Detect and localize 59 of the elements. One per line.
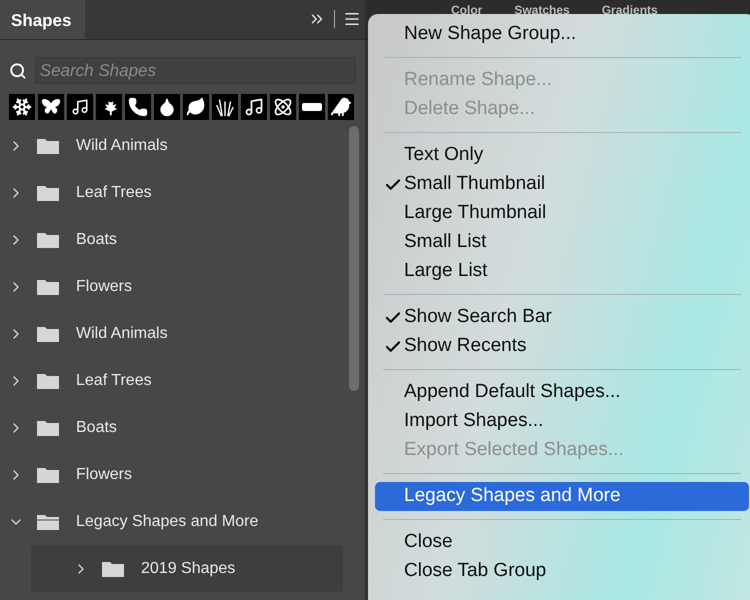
menu-item[interactable]: Small Thumbnail — [375, 170, 749, 199]
menu-item[interactable]: Show Recents — [375, 332, 749, 361]
scrollbar-thumb[interactable] — [349, 126, 359, 391]
tree-item[interactable]: Flowers — [0, 451, 343, 498]
tree-item[interactable]: Flowers — [0, 263, 343, 310]
menu-item[interactable]: Close — [375, 528, 749, 557]
menu-item[interactable]: Text Only — [375, 141, 749, 170]
bird-icon[interactable] — [328, 94, 354, 120]
menu-item[interactable]: Legacy Shapes and More — [375, 482, 749, 511]
tree-item-label: Boats — [76, 230, 117, 250]
tree-item-label: Wild Animals — [76, 324, 168, 344]
tree-item[interactable]: Boats — [0, 404, 343, 451]
tree-item-label: Wild Animals — [76, 136, 168, 156]
tree-item-label: Legacy Shapes and More — [76, 512, 258, 532]
music-note-icon[interactable] — [241, 94, 267, 120]
leaf-icon[interactable] — [183, 94, 209, 120]
folder-icon — [36, 136, 60, 154]
search-icon — [9, 62, 27, 80]
search-field[interactable]: Search Shapes — [34, 57, 356, 84]
folder-icon — [36, 466, 60, 484]
tree-item[interactable]: Leaf Trees — [0, 169, 343, 216]
folder-icon — [101, 560, 125, 578]
tree-item[interactable]: Legacy Shapes and More — [0, 498, 343, 545]
open-folder-icon — [36, 512, 60, 530]
menu-item[interactable]: Large List — [375, 257, 749, 286]
grass-icon[interactable] — [212, 94, 238, 120]
telephone-icon[interactable] — [125, 94, 151, 120]
tree-item-label: Leaf Trees — [76, 182, 152, 202]
tree-item-label: 2019 Shapes — [141, 558, 236, 578]
menu-item[interactable]: Large Thumbnail — [375, 199, 749, 228]
menu-item[interactable]: New Shape Group... — [375, 20, 749, 49]
maple-leaf-icon[interactable] — [96, 94, 122, 120]
atom-icon[interactable] — [270, 94, 296, 120]
folder-icon — [36, 418, 60, 436]
menu-item[interactable]: Append Default Shapes... — [375, 378, 749, 407]
folder-icon — [36, 278, 60, 296]
tree-item-label: Boats — [76, 418, 117, 438]
tree-item[interactable]: Wild Animals — [0, 122, 343, 169]
menu-item[interactable]: Small List — [375, 228, 749, 257]
tree-item[interactable]: Leaf Trees — [0, 357, 343, 404]
menu-icon[interactable] — [343, 10, 361, 28]
menu-item[interactable]: Close Tab Group — [375, 557, 749, 586]
tree-item-label: Flowers — [76, 464, 132, 484]
tree-item[interactable]: Boats — [0, 216, 343, 263]
tree-item[interactable]: 2019 Shapes — [31, 545, 343, 592]
menu-item[interactable]: Show Search Bar — [375, 303, 749, 332]
snowflake-icon[interactable] — [9, 94, 35, 120]
menu-item[interactable]: Import Shapes... — [375, 407, 749, 436]
folder-icon — [36, 184, 60, 202]
banner-icon[interactable] — [299, 94, 325, 120]
panel-tab[interactable]: Shapes — [0, 0, 85, 39]
tree-item-label: Leaf Trees — [76, 370, 152, 390]
drop-icon[interactable] — [154, 94, 180, 120]
tree-item-label: Flowers — [76, 276, 132, 296]
folder-icon — [36, 324, 60, 342]
tree-item[interactable]: Wild Animals — [0, 310, 343, 357]
folder-icon — [36, 230, 60, 248]
folder-icon — [36, 372, 60, 390]
butterfly-icon[interactable] — [38, 94, 64, 120]
